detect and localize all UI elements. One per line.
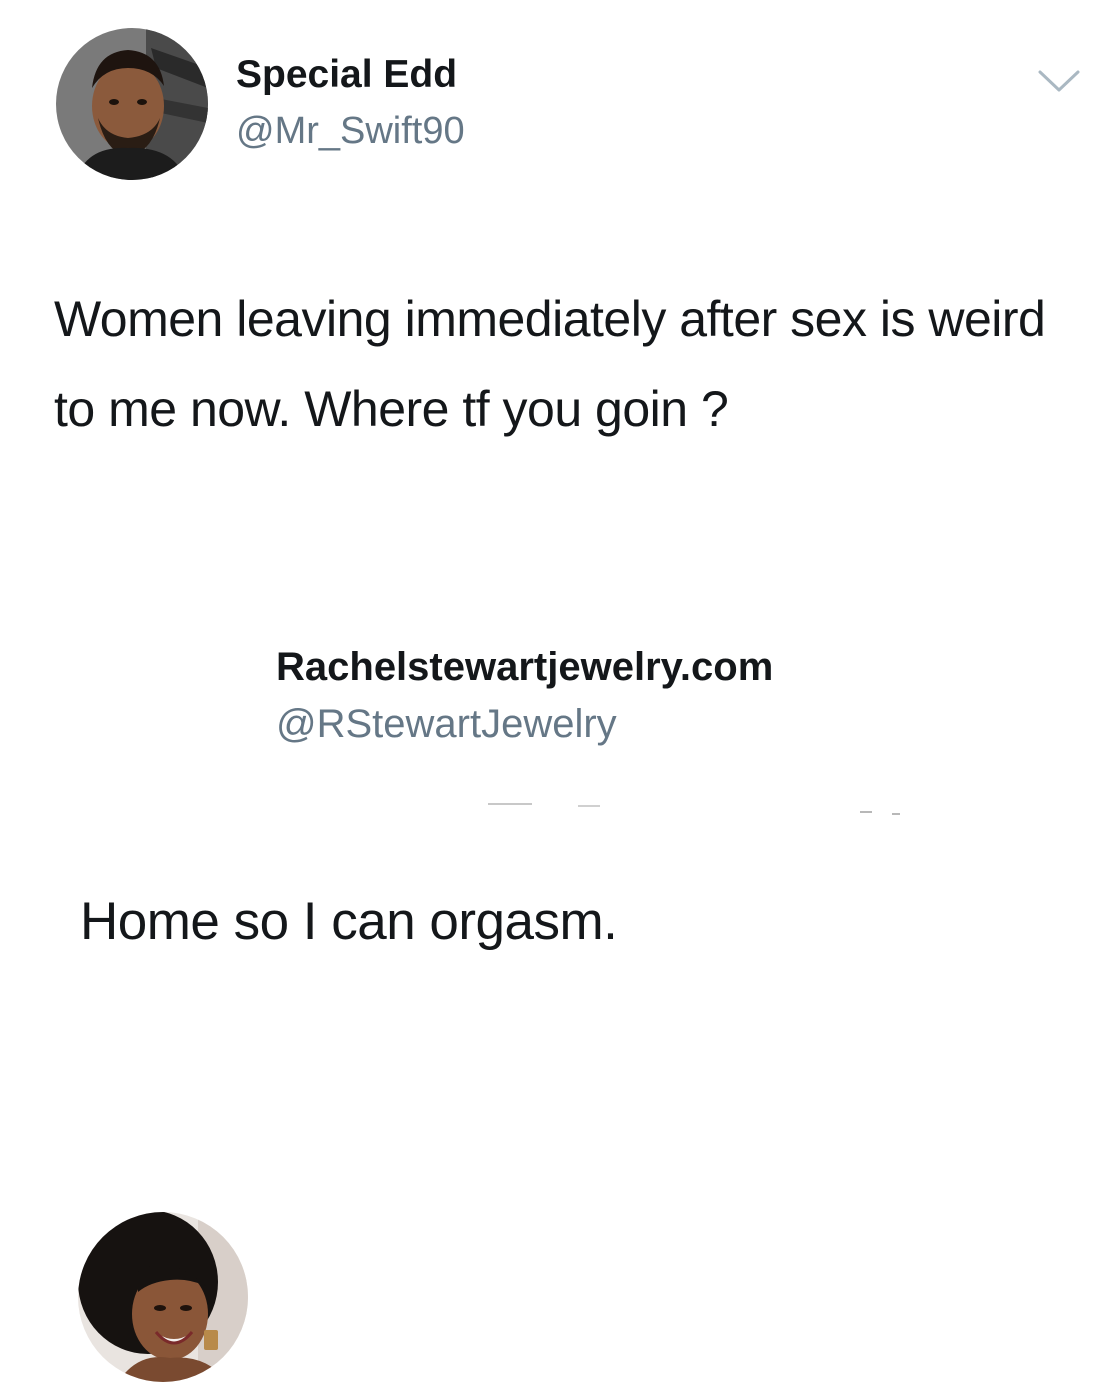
- erased-text-remnant: [480, 790, 920, 830]
- user-handle[interactable]: @Mr_Swift90: [236, 108, 465, 154]
- avatar[interactable]: [78, 1212, 248, 1382]
- avatar-photo: [78, 1212, 248, 1382]
- user-handle[interactable]: @RStewartJewelry: [276, 700, 617, 748]
- tweet-text: Women leaving immediately after sex is w…: [54, 291, 1046, 437]
- display-name[interactable]: Rachelstewartjewelry.com: [276, 643, 773, 691]
- tweet-text: Home so I can orgasm.: [80, 892, 618, 951]
- chevron-down-icon[interactable]: [1036, 66, 1082, 96]
- avatar-photo: [56, 28, 208, 180]
- tweet-reply: Rachelstewartjewelry.com @RStewartJewelr…: [0, 600, 1100, 1382]
- avatar[interactable]: [56, 28, 208, 180]
- display-name[interactable]: Special Edd: [236, 52, 457, 98]
- tweet-original: Special Edd @Mr_Swift90 Women leaving im…: [0, 0, 1100, 560]
